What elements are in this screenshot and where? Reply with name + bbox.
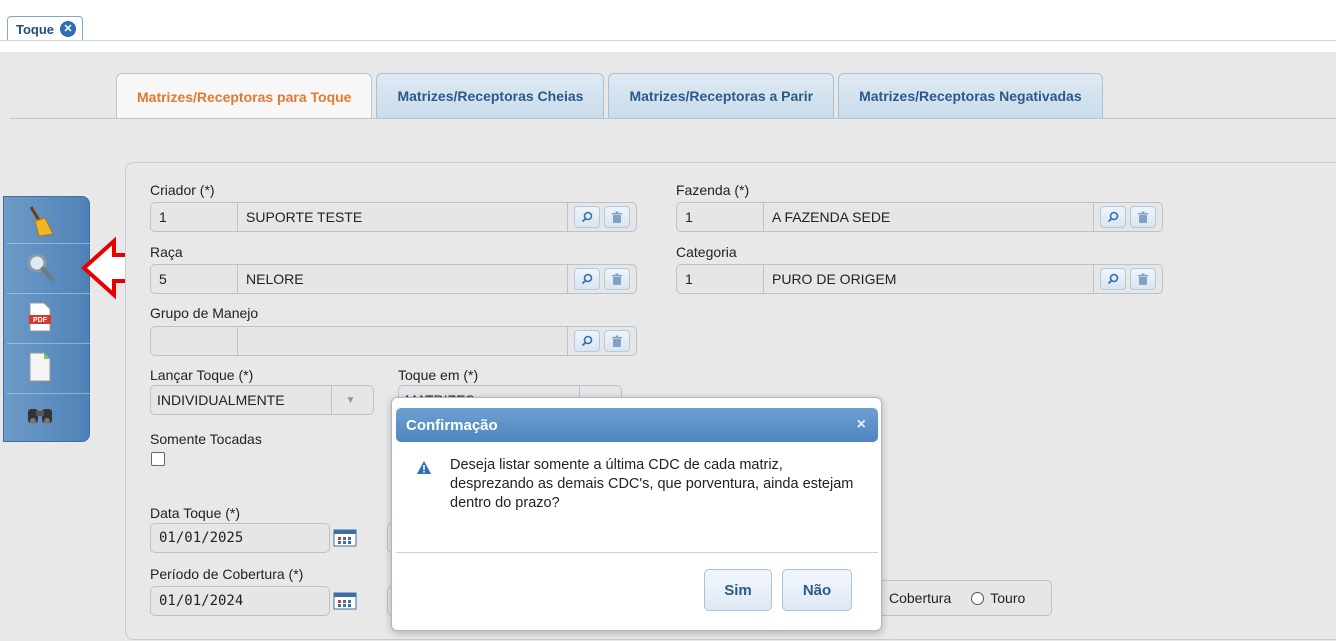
warning-icon xyxy=(417,461,431,474)
tab-bar: Matrizes/Receptoras para Toque Matrizes/… xyxy=(116,73,1103,119)
trash-icon xyxy=(612,335,622,347)
criador-clear-button[interactable] xyxy=(604,206,630,228)
fazenda-lookup: 1 A FAZENDA SEDE xyxy=(676,202,1163,232)
grupo-manejo-clear-button[interactable] xyxy=(604,330,630,352)
search-icon xyxy=(1107,211,1119,223)
categoria-clear-button[interactable] xyxy=(1130,268,1156,290)
search-icon xyxy=(581,335,593,347)
pdf-icon[interactable]: PDF xyxy=(22,297,58,337)
tab-matrizes-negativadas[interactable]: Matrizes/Receptoras Negativadas xyxy=(838,73,1103,118)
grupo-manejo-search-button[interactable] xyxy=(574,330,600,352)
tab-label: Matrizes/Receptoras Cheias xyxy=(397,88,584,104)
toque-em-label: Toque em (*) xyxy=(398,367,479,383)
criador-label: Criador (*) xyxy=(150,182,215,198)
raca-search-button[interactable] xyxy=(574,268,600,290)
fazenda-code-field[interactable]: 1 xyxy=(676,202,764,232)
grupo-manejo-lookup xyxy=(150,326,637,356)
fazenda-clear-button[interactable] xyxy=(1130,206,1156,228)
dialog-message: Deseja listar somente a última CDC de ca… xyxy=(450,457,854,511)
trash-icon xyxy=(612,211,622,223)
search-icon xyxy=(581,273,593,285)
criador-code-field[interactable]: 1 xyxy=(150,202,238,232)
top-divider xyxy=(0,40,1336,41)
dialog-divider xyxy=(396,552,878,553)
raca-lookup: 5 NELORE xyxy=(150,264,637,294)
broom-icon[interactable] xyxy=(22,201,58,241)
tab-matrizes-para-toque[interactable]: Matrizes/Receptoras para Toque xyxy=(116,73,373,119)
close-icon[interactable]: × xyxy=(857,416,866,434)
trash-icon xyxy=(1138,273,1148,285)
grupo-manejo-code-field[interactable] xyxy=(150,326,238,356)
tab-label: Matrizes/Receptoras Negativadas xyxy=(859,88,1082,104)
calendar-icon[interactable] xyxy=(333,592,357,610)
grupo-manejo-label: Grupo de Manejo xyxy=(150,305,259,321)
trash-icon xyxy=(612,273,622,285)
somente-tocadas-label: Somente Tocadas xyxy=(150,431,262,447)
grupo-manejo-desc-field[interactable] xyxy=(238,326,568,356)
raca-desc-field[interactable]: NELORE xyxy=(238,264,568,294)
trash-icon xyxy=(1138,211,1148,223)
no-button[interactable]: Não xyxy=(782,569,852,611)
confirmation-dialog: Confirmação × Deseja listar somente a úl… xyxy=(391,397,882,631)
side-toolbar: PDF xyxy=(3,196,91,442)
binoculars-icon[interactable] xyxy=(22,395,58,435)
dialog-title: Confirmação xyxy=(406,416,498,434)
categoria-label: Categoria xyxy=(676,244,737,260)
criador-lookup: 1 SUPORTE TESTE xyxy=(150,202,637,232)
periodo-cobertura-label: Período de Cobertura (*) xyxy=(150,566,304,582)
criador-search-button[interactable] xyxy=(574,206,600,228)
criador-desc-field[interactable]: SUPORTE TESTE xyxy=(238,202,568,232)
raca-clear-button[interactable] xyxy=(604,268,630,290)
lancar-toque-label: Lançar Toque (*) xyxy=(150,367,254,383)
categoria-lookup: 1 PURO DE ORIGEM xyxy=(676,264,1163,294)
lancar-toque-select[interactable]: INDIVIDUALMENTE ▼ xyxy=(150,385,374,415)
raca-code-field[interactable]: 5 xyxy=(150,264,238,294)
touro-radio[interactable] xyxy=(971,591,985,605)
magnifier-icon[interactable] xyxy=(22,247,58,287)
categoria-search-button[interactable] xyxy=(1100,268,1126,290)
touro-option-label: Touro xyxy=(990,590,1026,606)
tab-divider xyxy=(10,118,1336,119)
somente-tocadas-checkbox[interactable] xyxy=(151,452,165,466)
data-toque-label: Data Toque (*) xyxy=(150,505,241,521)
tab-label: Matrizes/Receptoras para Toque xyxy=(137,88,352,105)
fazenda-search-button[interactable] xyxy=(1100,206,1126,228)
dialog-titlebar: Confirmação × xyxy=(396,408,878,442)
periodo-cobertura-input[interactable]: 01/01/2024 xyxy=(150,586,330,616)
pdf-icon-text: PDF xyxy=(33,317,48,324)
toque-tab-label: Toque xyxy=(16,21,55,37)
fazenda-desc-field[interactable]: A FAZENDA SEDE xyxy=(764,202,1094,232)
cobertura-option-label: Cobertura xyxy=(889,590,952,606)
calendar-icon[interactable] xyxy=(333,529,357,547)
lancar-toque-value: INDIVIDUALMENTE xyxy=(157,392,285,408)
toque-tab[interactable]: Toque ✕ xyxy=(7,16,84,41)
data-toque-input[interactable]: 01/01/2025 xyxy=(150,523,330,553)
tab-label: Matrizes/Receptoras a Parir xyxy=(629,88,814,104)
document-icon[interactable] xyxy=(22,347,58,387)
tab-matrizes-cheias[interactable]: Matrizes/Receptoras Cheias xyxy=(376,73,605,118)
yes-button[interactable]: Sim xyxy=(704,569,772,611)
search-icon xyxy=(581,211,593,223)
categoria-desc-field[interactable]: PURO DE ORIGEM xyxy=(764,264,1094,294)
chevron-down-icon[interactable]: ▼ xyxy=(331,386,369,414)
fazenda-label: Fazenda (*) xyxy=(676,182,750,198)
search-icon xyxy=(1107,273,1119,285)
tab-matrizes-a-parir[interactable]: Matrizes/Receptoras a Parir xyxy=(608,73,835,118)
close-tab-icon[interactable]: ✕ xyxy=(60,21,77,37)
categoria-code-field[interactable]: 1 xyxy=(676,264,764,294)
raca-label: Raça xyxy=(150,244,183,260)
